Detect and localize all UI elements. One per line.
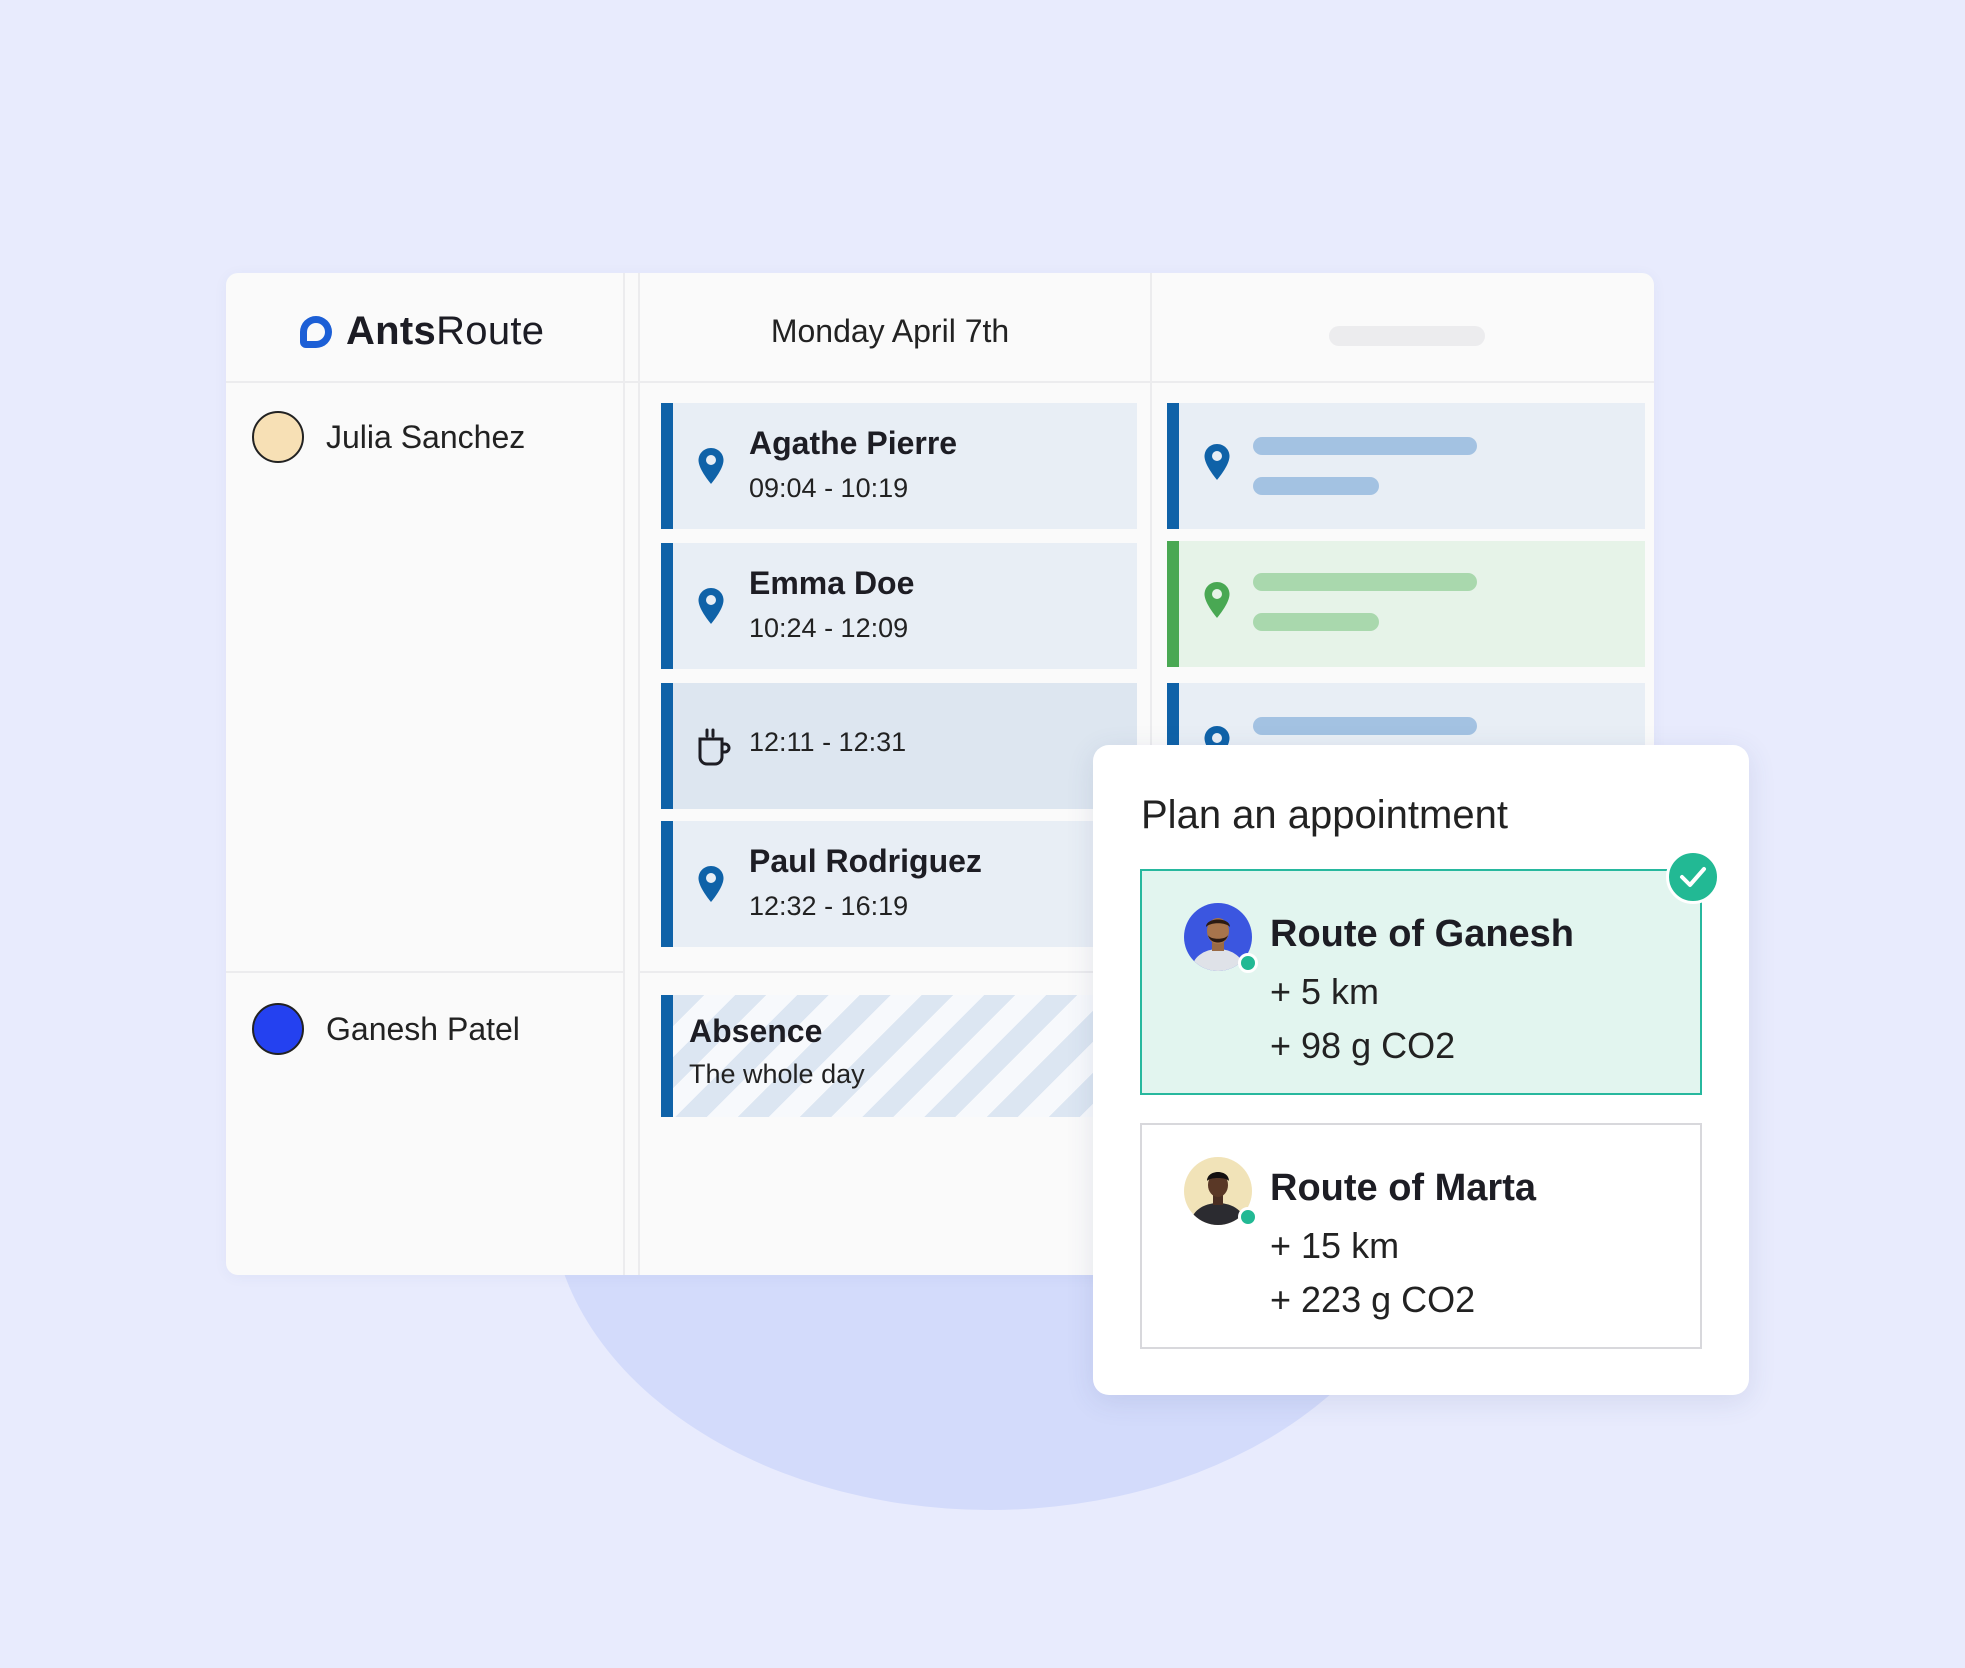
placeholder-bar (1253, 613, 1379, 631)
route-distance: + 5 km (1270, 971, 1380, 1012)
route-option-ganesh[interactable]: Route of Ganesh + 5 km + 98 g CO2 (1140, 869, 1702, 1095)
location-pin-icon (698, 866, 724, 902)
appointment-card[interactable]: Paul Rodriguez 12:32 - 16:19 (661, 821, 1137, 947)
appointment-time: 10:24 - 12:09 (749, 613, 909, 643)
appointment-time: 12:32 - 16:19 (749, 891, 909, 921)
absence-title: Absence (689, 1013, 823, 1049)
placeholder-bar (1253, 437, 1477, 455)
brand-name: AntsRoute (346, 309, 545, 353)
absence-card[interactable]: Absence The whole day (661, 995, 1137, 1117)
location-pin-icon (1204, 582, 1230, 618)
coffee-cup-icon (698, 728, 731, 766)
route-co2: + 98 g CO2 (1270, 1025, 1456, 1066)
header-divider (226, 381, 1654, 383)
appointment-title: Emma Doe (749, 565, 915, 601)
appointment-time: 09:04 - 10:19 (749, 473, 909, 503)
appointment-title: Agathe Pierre (749, 425, 958, 461)
appointment-card[interactable]: Emma Doe 10:24 - 12:09 (661, 543, 1137, 669)
appointment-title: Paul Rodriguez (749, 843, 982, 879)
ants-logo-icon (300, 315, 332, 348)
brand-logo: AntsRoute (300, 309, 544, 354)
technician-color-dot (252, 1003, 304, 1055)
technician-color-dot (252, 411, 304, 463)
route-distance: + 15 km (1270, 1225, 1400, 1266)
route-option-marta[interactable]: Route of Marta + 15 km + 223 g CO2 (1140, 1123, 1702, 1349)
break-card[interactable]: 12:11 - 12:31 (661, 683, 1137, 809)
placeholder-bar (1253, 477, 1379, 495)
plan-appointment-dialog: Plan an appointment Route of Ganesh + 5 … (1093, 745, 1749, 1395)
placeholder-bar (1253, 717, 1477, 735)
online-status-dot (1238, 953, 1258, 973)
technician-row[interactable]: Ganesh Patel (252, 1003, 520, 1055)
route-name: Route of Marta (1270, 1167, 1536, 1209)
technician-row[interactable]: Julia Sanchez (252, 411, 525, 463)
location-pin-icon (1204, 444, 1230, 480)
route-co2: + 223 g CO2 (1270, 1279, 1476, 1320)
absence-subtitle: The whole day (689, 1059, 865, 1089)
appointment-card[interactable]: Agathe Pierre 09:04 - 10:19 (661, 403, 1137, 529)
break-time: 12:11 - 12:31 (749, 727, 907, 757)
placeholder-card[interactable] (1167, 541, 1645, 667)
row-divider (226, 971, 623, 973)
column-divider (623, 273, 625, 1275)
technician-name: Julia Sanchez (326, 418, 526, 455)
header-placeholder (1329, 326, 1485, 346)
row-divider (638, 971, 1150, 973)
location-pin-icon (698, 588, 724, 624)
placeholder-bar (1253, 573, 1477, 591)
selected-check-icon (1666, 850, 1720, 904)
technician-name: Ganesh Patel (326, 1010, 520, 1047)
route-name: Route of Ganesh (1270, 913, 1575, 955)
date-header: Monday April 7th (770, 313, 1010, 349)
location-pin-icon (698, 448, 724, 484)
online-status-dot (1238, 1207, 1258, 1227)
dialog-title: Plan an appointment (1141, 793, 1508, 837)
placeholder-card[interactable] (1167, 403, 1645, 529)
column-divider (638, 273, 640, 1275)
